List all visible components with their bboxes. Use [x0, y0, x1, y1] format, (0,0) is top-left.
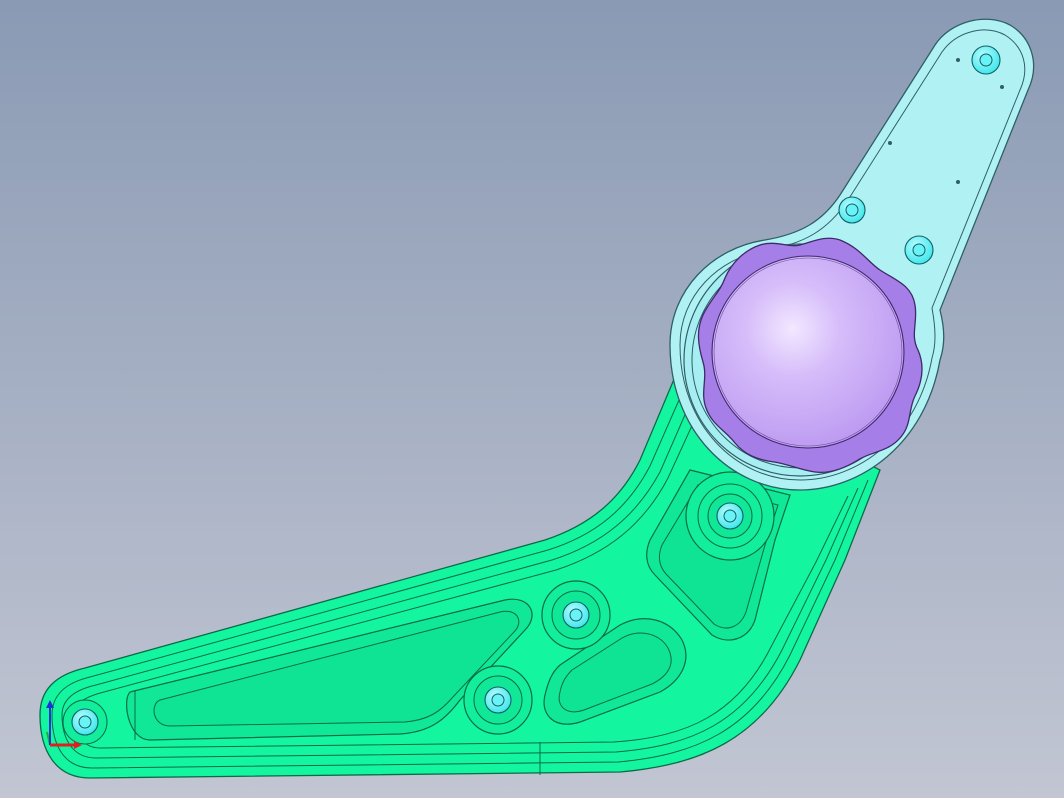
- fastener-bracket-left-socket: [845, 203, 859, 217]
- fastener-top[interactable]: [971, 45, 1001, 75]
- fastener-arm-lower-socket: [491, 693, 505, 707]
- fastener-arm-end[interactable]: [71, 708, 99, 736]
- fastener-arm-lower[interactable]: [484, 686, 512, 714]
- fastener-arm-upper-socket: [723, 509, 737, 523]
- fastener-arm-upper[interactable]: [716, 502, 744, 530]
- fastener-top-socket: [979, 53, 993, 67]
- fastener-arm-middle-socket: [569, 608, 583, 622]
- fastener-bracket-right[interactable]: [904, 235, 934, 265]
- bracket-mark: [956, 58, 960, 62]
- bracket-mark: [888, 141, 892, 145]
- fastener-arm-middle[interactable]: [562, 601, 590, 629]
- fastener-arm-end-socket: [78, 715, 92, 729]
- fastener-bracket-right-socket: [912, 243, 926, 257]
- cad-viewport[interactable]: [0, 0, 1064, 798]
- knob-top-face: [711, 255, 905, 449]
- model-view[interactable]: [0, 0, 1064, 798]
- fastener-bracket-left[interactable]: [838, 196, 866, 224]
- bracket-mark: [1000, 85, 1004, 89]
- bracket-mark: [956, 180, 960, 184]
